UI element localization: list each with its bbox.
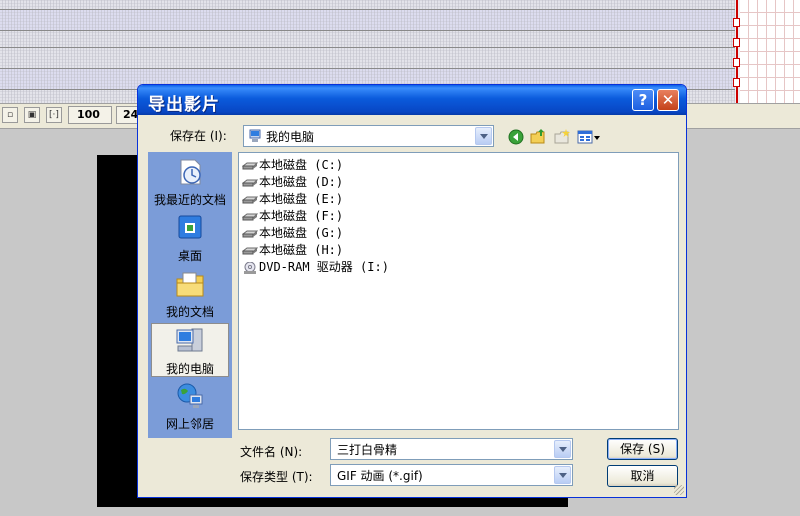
network-places-icon [177, 383, 203, 408]
list-item[interactable]: 本地磁盘 (F:) [242, 207, 343, 223]
up-folder-icon[interactable] [530, 129, 546, 145]
resize-grip[interactable] [674, 485, 684, 495]
place-label: 我最近的文档 [153, 193, 226, 207]
filename-value: 三打白骨精 [337, 443, 398, 457]
new-folder-icon[interactable] [554, 129, 570, 145]
frame-field: 24 [116, 106, 138, 124]
my-computer-icon [249, 129, 261, 142]
zoom-field: 100 [68, 106, 112, 124]
my-computer-icon [176, 328, 203, 352]
close-button[interactable]: ✕ [657, 89, 679, 111]
cancel-button[interactable]: 取消 [607, 465, 678, 487]
chevron-down-icon[interactable] [554, 466, 571, 484]
save-button[interactable]: 保存 (S) [607, 438, 678, 460]
filetype-dropdown[interactable]: GIF 动画 (*.gif) [330, 464, 573, 486]
drive-label: 本地磁盘 (E:) [259, 192, 344, 206]
hard-drive-icon [242, 196, 258, 203]
save-in-dropdown[interactable]: 我的电脑 [243, 125, 494, 147]
chevron-down-icon[interactable] [475, 127, 492, 145]
drive-label: 本地磁盘 (D:) [259, 175, 344, 189]
filename-label: 文件名 (N): [240, 445, 303, 459]
center-frame-icon[interactable]: ▫ [2, 107, 18, 123]
dvd-drive-icon [244, 261, 256, 274]
place-label: 桌面 [177, 249, 202, 263]
file-list[interactable]: 本地磁盘 (C:) 本地磁盘 (D:) 本地磁盘 (E:) 本地磁盘 (F:) … [238, 152, 679, 430]
back-icon[interactable] [508, 129, 524, 145]
hard-drive-icon [242, 213, 258, 220]
dialog-titlebar[interactable]: 导出影片 ? ✕ [138, 85, 686, 115]
place-my-documents[interactable]: 我的文档 [151, 267, 229, 321]
place-label: 我的电脑 [165, 362, 214, 376]
timeline-layer-track[interactable] [0, 10, 735, 31]
dialog-title: 导出影片 [148, 95, 220, 115]
filetype-value: GIF 动画 (*.gif) [337, 469, 423, 483]
keyframe-marker [733, 58, 740, 67]
timeline-frame-grid[interactable] [740, 0, 800, 103]
drive-label: 本地磁盘 (G:) [259, 226, 344, 240]
timeline-layer-track[interactable] [0, 31, 735, 48]
save-in-label: 保存在 (I): [170, 129, 227, 143]
drive-label: 本地磁盘 (F:) [259, 209, 344, 223]
hard-drive-icon [242, 247, 258, 254]
hard-drive-icon [242, 230, 258, 237]
my-documents-icon [176, 272, 204, 297]
place-network[interactable]: 网上邻居 [151, 379, 229, 433]
list-item[interactable]: 本地磁盘 (E:) [242, 190, 343, 206]
help-button[interactable]: ? [632, 89, 654, 111]
timeline-layer-track[interactable] [0, 0, 735, 10]
list-item[interactable]: DVD-RAM 驱动器 (I:) [242, 258, 389, 274]
keyframe-marker [733, 38, 740, 47]
export-movie-dialog: 导出影片 ? ✕ 保存在 (I): 我的电脑 我最近的文档 桌面 我的文档 我的… [137, 84, 687, 498]
timeline-layer-track[interactable] [0, 48, 735, 69]
onion-skin-icon[interactable]: ▣ [24, 107, 40, 123]
places-bar: 我最近的文档 桌面 我的文档 我的电脑 网上邻居 [148, 152, 232, 438]
list-item[interactable]: 本地磁盘 (D:) [242, 173, 343, 189]
place-recent-documents[interactable]: 我最近的文档 [151, 155, 229, 209]
edit-multiple-frames-icon[interactable]: [·] [46, 107, 62, 123]
recent-documents-icon [180, 159, 201, 185]
drive-label: DVD-RAM 驱动器 (I:) [259, 260, 389, 274]
playhead[interactable] [736, 0, 738, 103]
chevron-down-icon[interactable] [554, 440, 571, 458]
keyframe-marker [733, 78, 740, 87]
place-desktop[interactable]: 桌面 [151, 211, 229, 265]
hard-drive-icon [242, 179, 258, 186]
hard-drive-icon [242, 162, 258, 169]
save-in-value: 我的电脑 [266, 130, 315, 144]
list-item[interactable]: 本地磁盘 (C:) [242, 156, 343, 172]
place-label: 我的文档 [165, 305, 214, 319]
filename-input[interactable]: 三打白骨精 [330, 438, 573, 460]
filetype-label: 保存类型 (T): [240, 470, 313, 484]
list-item[interactable]: 本地磁盘 (H:) [242, 241, 343, 257]
drive-label: 本地磁盘 (C:) [259, 158, 344, 172]
list-item[interactable]: 本地磁盘 (G:) [242, 224, 343, 240]
place-my-computer[interactable]: 我的电脑 [151, 323, 229, 377]
keyframe-marker [733, 18, 740, 27]
view-menu-icon[interactable] [577, 129, 601, 145]
desktop-icon [178, 215, 202, 239]
place-label: 网上邻居 [165, 417, 214, 431]
drive-label: 本地磁盘 (H:) [259, 243, 344, 257]
